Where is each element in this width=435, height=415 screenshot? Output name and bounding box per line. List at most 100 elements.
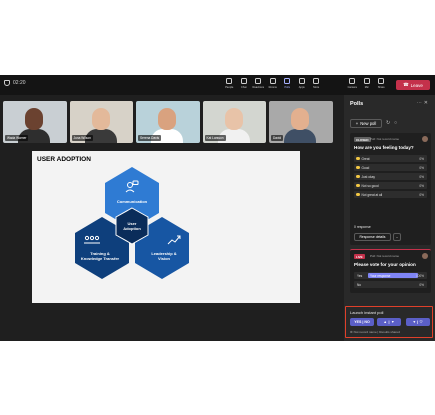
poll-option: Good 0% bbox=[354, 164, 427, 171]
status-badge: CLOSED bbox=[354, 137, 371, 142]
toolbar-chat-button[interactable]: Chat bbox=[237, 77, 252, 93]
bulb-icon[interactable]: ○ bbox=[394, 120, 397, 126]
launch-settings-note: ⚙ Not record name | Results shared bbox=[350, 330, 400, 334]
emoji-icon bbox=[356, 174, 360, 179]
hearts-poll-button[interactable]: ♥ | ♡ bbox=[406, 318, 430, 326]
thumbs-down-icon: ▼ bbox=[391, 320, 395, 324]
leave-button[interactable]: ☎ Leave bbox=[396, 80, 430, 90]
node-leadership-line2: Vision bbox=[158, 256, 170, 261]
participant-face bbox=[224, 108, 243, 130]
toolbar-rooms-button[interactable]: Rooms bbox=[266, 77, 281, 93]
poll-meta: Poll: Not record name bbox=[370, 254, 400, 258]
toolbar-reactions-button[interactable]: Reactions bbox=[251, 77, 266, 93]
chevron-down-icon[interactable]: ⌄ bbox=[393, 233, 401, 241]
toolbar-people-button[interactable]: People bbox=[222, 77, 237, 93]
participant-name: Kat Larsson bbox=[204, 135, 226, 141]
poll-option: Not so good 0% bbox=[354, 182, 427, 189]
meeting-toolbar: People Chat Reactions Rooms Polls Apps M… bbox=[222, 77, 324, 93]
poll-option: Not great at all 0% bbox=[354, 191, 427, 198]
option-percent: 0% bbox=[419, 282, 424, 287]
toolbar-label: Apps bbox=[298, 86, 305, 89]
toolbar-apps-button[interactable]: Apps bbox=[295, 77, 310, 93]
poll-meta: Poll: Not record name bbox=[370, 137, 400, 141]
poll-question: How are you feeling today? bbox=[354, 145, 414, 150]
vote-progress-fill: Your response bbox=[368, 273, 418, 278]
camera-icon bbox=[349, 78, 356, 84]
polls-pane-title: Polls bbox=[350, 101, 364, 107]
poll-option: Great 0% bbox=[354, 155, 427, 162]
status-badge: LIVE bbox=[354, 254, 365, 259]
participant-tile[interactable]: Wada Warner bbox=[3, 101, 67, 143]
close-icon[interactable]: ✕ bbox=[424, 100, 430, 106]
emoji-icon bbox=[356, 156, 360, 161]
participant-tile[interactable]: Serena Davis bbox=[136, 101, 200, 143]
more-icon bbox=[313, 78, 320, 84]
node-training-line2: Knowledge Transfer bbox=[81, 256, 120, 261]
phone-icon: ☎ bbox=[403, 82, 409, 87]
camera-button[interactable]: Camera bbox=[345, 77, 360, 93]
node-center-line2: Adoption bbox=[123, 226, 141, 231]
more-options-icon[interactable]: ⋯ bbox=[417, 100, 424, 106]
participant-name: David bbox=[271, 135, 284, 141]
participant-tile[interactable]: David bbox=[269, 101, 333, 143]
meeting-timer: 02:20 bbox=[4, 80, 26, 86]
option-percent: 0% bbox=[419, 183, 424, 188]
participant-strip: Wada Warner Juna Wilson Serena Davis Kat La… bbox=[3, 101, 333, 143]
option-label: No bbox=[357, 282, 362, 287]
poll-option: Just okay 0% bbox=[354, 173, 427, 180]
response-details-button[interactable]: Response details bbox=[354, 233, 391, 241]
polls-pane: Polls ⋯✕ + New poll ↻ ○ CLOSED Poll: Not… bbox=[344, 95, 435, 341]
option-percent: 100% bbox=[415, 273, 424, 278]
poll-card-closed: CLOSED Poll: Not record name How are you… bbox=[350, 133, 431, 245]
participant-face bbox=[291, 108, 309, 130]
device-controls: Camera Mic Share bbox=[345, 77, 389, 93]
toolbar-more-button[interactable]: More bbox=[309, 77, 324, 93]
option-percent: 0% bbox=[419, 156, 424, 161]
shared-slide: USER ADOPTION Communication User Adoptio… bbox=[32, 151, 300, 303]
response-count: 0 response bbox=[354, 225, 371, 229]
thumbs-poll-button[interactable]: ▲ | ▼ bbox=[377, 318, 401, 326]
emoji-icon bbox=[356, 165, 360, 170]
new-poll-button[interactable]: + New poll bbox=[350, 119, 382, 128]
participant-tile[interactable]: Juna Wilson bbox=[69, 101, 133, 143]
participant-tile[interactable]: Kat Larsson bbox=[202, 101, 266, 143]
yes-no-poll-button[interactable]: YES | NO bbox=[350, 318, 374, 326]
toolbar-polls-button[interactable]: Polls bbox=[280, 77, 295, 93]
user-adoption-diagram: Communication User Adoption Training & K… bbox=[75, 167, 189, 279]
mic-button[interactable]: Mic bbox=[360, 77, 375, 93]
pane-controls: ⋯✕ bbox=[417, 100, 430, 106]
avatar bbox=[422, 253, 428, 259]
share-button[interactable]: Share bbox=[374, 77, 389, 93]
mic-icon bbox=[363, 78, 370, 84]
toolbar-label: Reactions bbox=[252, 86, 265, 89]
people-icon bbox=[226, 78, 233, 84]
poll-question: Please vote for your opinion bbox=[354, 262, 416, 267]
participant-face bbox=[91, 108, 110, 130]
participant-face bbox=[25, 108, 43, 130]
participant-body bbox=[284, 129, 316, 143]
option-label: Good bbox=[361, 165, 370, 170]
timer-text: 02:20 bbox=[13, 80, 26, 86]
option-percent: 0% bbox=[419, 165, 424, 170]
poll-option: No 0% bbox=[354, 281, 427, 288]
new-poll-label: New poll bbox=[360, 121, 377, 126]
reactions-icon bbox=[255, 78, 262, 84]
poll-card-live: LIVE Poll: Not record name Please vote f… bbox=[350, 249, 431, 293]
participant-face bbox=[158, 108, 176, 130]
plus-icon: + bbox=[355, 121, 359, 126]
launch-instant-poll-panel: Launch instant poll YES | NO ▲ | ▼ ♥ | ♡… bbox=[345, 306, 433, 338]
poll-option: Yes Your response 100% bbox=[354, 272, 427, 279]
teams-meeting-window: 02:20 People Chat Reactions Rooms Polls bbox=[0, 75, 435, 341]
apps-icon bbox=[298, 78, 305, 84]
node-communication: Communication bbox=[117, 199, 148, 204]
heart-icon: ♥ bbox=[413, 320, 416, 324]
toolbar-label: Camera bbox=[347, 86, 357, 89]
refresh-icon[interactable]: ↻ bbox=[386, 120, 390, 126]
launch-title: Launch instant poll bbox=[350, 310, 384, 315]
toolbar-label: Rooms bbox=[268, 86, 277, 89]
toolbar-label: Polls bbox=[284, 86, 291, 89]
option-label: Great bbox=[361, 156, 370, 161]
shield-icon bbox=[4, 80, 10, 86]
settings-icon[interactable]: ⚙ bbox=[350, 330, 353, 334]
leave-label: Leave bbox=[410, 82, 423, 88]
